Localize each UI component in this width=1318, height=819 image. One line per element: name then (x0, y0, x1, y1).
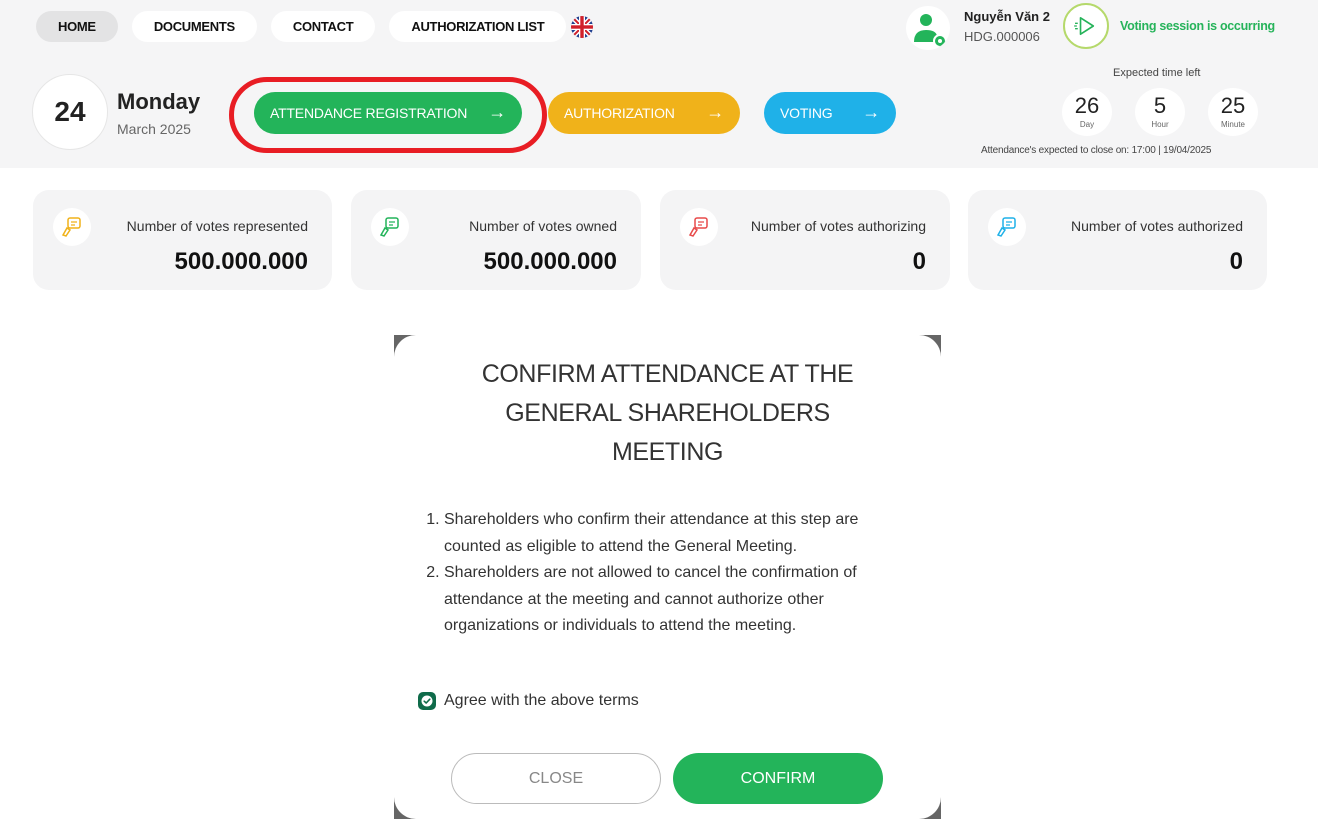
date-weekday: Monday (117, 89, 201, 114)
agree-label: Agree with the above terms (444, 692, 639, 709)
highlight-annotation (229, 77, 547, 153)
vote-paper-icon (988, 208, 1026, 246)
uk-flag-icon[interactable] (570, 15, 594, 39)
user-settings-icon[interactable] (906, 6, 950, 50)
confirm-button[interactable]: CONFIRM (673, 753, 883, 804)
nav-documents[interactable]: DOCUMENTS (131, 11, 257, 42)
voting-status: Voting session is occurring (1120, 19, 1275, 33)
countdown-days-unit: Day (1079, 120, 1095, 129)
stat-label: Number of votes owned (469, 218, 617, 234)
stat-label: Number of votes authorizing (750, 218, 926, 234)
agree-checkbox[interactable] (418, 692, 436, 710)
main-nav: HOME DOCUMENTS CONTACT AUTHORIZATION LIS… (36, 11, 567, 42)
vote-paper-icon (680, 208, 718, 246)
user-name: Nguyễn Văn 2 (964, 9, 1050, 24)
check-icon (421, 695, 433, 707)
countdown-days: 26 Day (1062, 88, 1112, 136)
term-item: Shareholders who confirm their attendanc… (444, 507, 898, 560)
countdown-minutes-unit: Minute (1220, 120, 1245, 129)
countdown-days-value: 26 (1074, 93, 1100, 118)
countdown-hours-value: 5 (1153, 93, 1167, 118)
stat-card-authorizing: Number of votes authorizing 0 (660, 190, 950, 290)
stat-label: Number of votes represented (126, 218, 308, 234)
term-item: Shareholders are not allowed to cancel t… (444, 560, 898, 640)
voting-button[interactable]: VOTING → (764, 92, 896, 134)
authorization-label: AUTHORIZATION (564, 105, 675, 121)
date-month-year: March 2025 (117, 121, 191, 137)
stat-value: 500.000.000 (174, 248, 308, 275)
stat-value: 0 (1229, 248, 1243, 275)
authorization-button[interactable]: AUTHORIZATION → (548, 92, 740, 134)
user-code: HDG.000006 (964, 29, 1040, 44)
close-button[interactable]: CLOSE (451, 753, 661, 804)
voting-label: VOTING (780, 105, 833, 121)
countdown-label: Expected time left (1113, 67, 1201, 79)
vote-paper-icon (371, 208, 409, 246)
attendance-close-note: Attendance's expected to close on: 17:00… (981, 145, 1212, 156)
date-day: 24 (32, 74, 108, 150)
stat-label: Number of votes authorized (1071, 218, 1243, 234)
play-circle-icon (1063, 3, 1109, 49)
stat-value: 500.000.000 (483, 248, 617, 275)
agree-terms-row[interactable]: Agree with the above terms (418, 692, 639, 710)
nav-contact[interactable]: CONTACT (270, 11, 376, 42)
vote-paper-icon (53, 208, 91, 246)
stat-card-authorized: Number of votes authorized 0 (968, 190, 1267, 290)
nav-home[interactable]: HOME (36, 11, 118, 42)
arrow-right-icon: → (706, 102, 724, 122)
countdown-hours-unit: Hour (1151, 120, 1169, 129)
nav-authorization-list[interactable]: AUTHORIZATION LIST (389, 11, 567, 42)
stat-value: 0 (912, 248, 926, 275)
top-header: HOME DOCUMENTS CONTACT AUTHORIZATION LIS… (0, 0, 1318, 168)
stat-card-owned: Number of votes owned 500.000.000 (351, 190, 641, 290)
modal-title: CONFIRM ATTENDANCE AT THE GENERAL SHAREH… (481, 360, 854, 466)
countdown-minutes-value: 25 (1220, 93, 1246, 118)
confirm-attendance-modal: CONFIRM ATTENDANCE AT THE GENERAL SHAREH… (394, 335, 941, 819)
countdown-minutes: 25 Minute (1208, 88, 1258, 136)
arrow-right-icon: → (862, 102, 880, 122)
stat-card-represented: Number of votes represented 500.000.000 (33, 190, 332, 290)
countdown-hours: 5 Hour (1135, 88, 1185, 136)
terms-list: Shareholders who confirm their attendanc… (418, 507, 898, 640)
